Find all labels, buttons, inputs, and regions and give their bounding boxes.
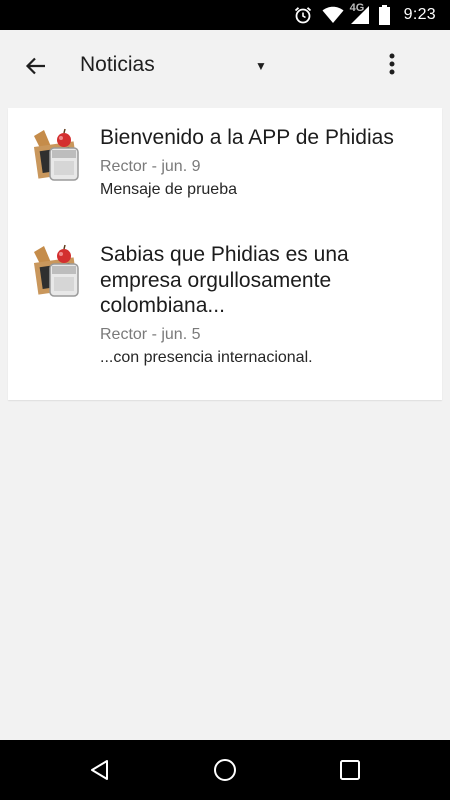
school-avatar-icon	[30, 128, 84, 184]
network-type-label: 4G	[349, 2, 365, 14]
status-bar: 4G 9:23	[0, 0, 450, 30]
message-date: jun. 9	[161, 157, 201, 175]
messages-card: Bienvenido a la APP de Phidias Rector - …	[8, 108, 442, 400]
battery-icon	[378, 5, 390, 25]
page-title: Noticias	[80, 53, 155, 76]
message-text: Sabias que Phidias es una empresa orgull…	[100, 242, 420, 368]
message-meta: Rector - jun. 5	[100, 325, 201, 343]
back-button[interactable]	[20, 50, 52, 82]
arrow-left-icon	[25, 57, 45, 75]
message-date: jun. 5	[161, 325, 201, 343]
nav-back-icon	[91, 760, 108, 780]
message-author: Rector	[100, 157, 148, 175]
status-icons: 4G 9:23	[293, 0, 450, 30]
message-author: Rector	[100, 325, 148, 343]
navigation-bar	[0, 740, 450, 800]
category-spinner[interactable]: Noticias ▼	[80, 48, 270, 82]
more-vert-icon	[389, 53, 395, 75]
message-meta: Rector - jun. 9	[100, 157, 201, 175]
nav-home-button[interactable]	[209, 754, 241, 786]
nav-recents-icon	[340, 760, 360, 780]
message-title: Bienvenido a la APP de Phidias	[100, 126, 394, 149]
alarm-icon	[293, 5, 313, 25]
nav-home-icon	[214, 759, 236, 781]
overflow-menu-button[interactable]	[378, 50, 406, 78]
message-preview: ...con presencia internacional.	[100, 348, 313, 366]
dropdown-triangle-icon: ▼	[255, 59, 267, 73]
message-title: Sabias que Phidias es una empresa orgull…	[100, 243, 349, 317]
message-text: Bienvenido a la APP de Phidias Rector - …	[100, 125, 420, 200]
nav-recents-button[interactable]	[334, 754, 366, 786]
message-item[interactable]: Bienvenido a la APP de Phidias Rector - …	[8, 108, 442, 218]
message-item[interactable]: Sabias que Phidias es una empresa orgull…	[8, 226, 442, 396]
nav-back-button[interactable]	[84, 754, 116, 786]
wifi-icon	[322, 6, 344, 24]
status-time: 9:23	[403, 6, 436, 23]
message-preview: Mensaje de prueba	[100, 180, 237, 198]
cellular-icon: 4G	[349, 2, 370, 25]
school-avatar-icon	[30, 244, 84, 300]
app-bar: Noticias ▼	[0, 30, 450, 100]
